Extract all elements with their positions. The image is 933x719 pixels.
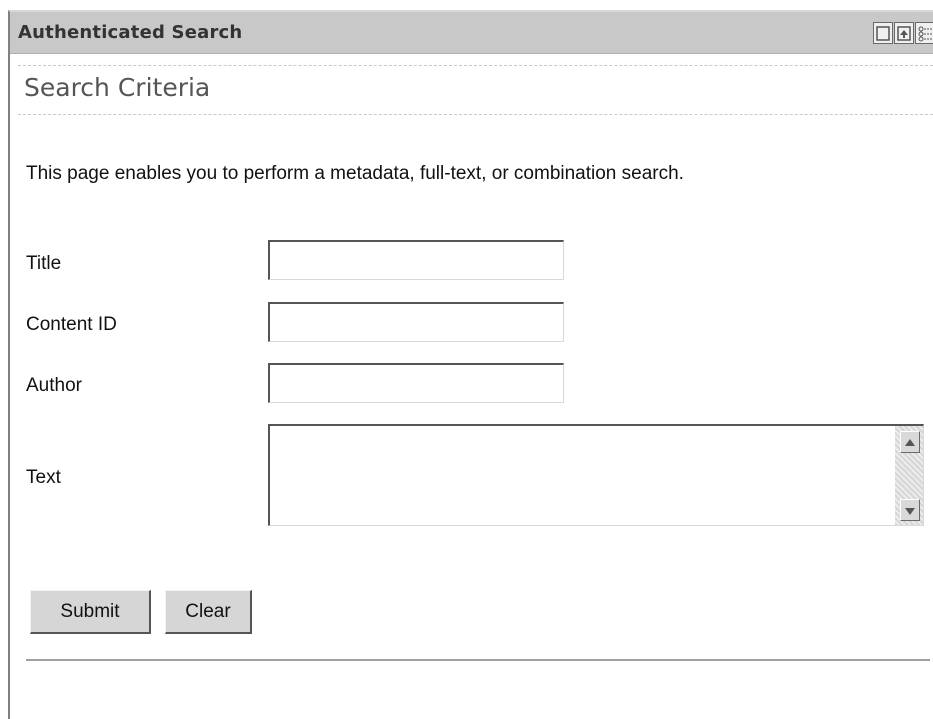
author-label: Author [26,375,82,396]
clear-button[interactable]: Clear [165,590,252,634]
content-id-input[interactable] [268,302,564,342]
author-input[interactable] [268,363,564,403]
text-input[interactable] [270,426,894,525]
scroll-down-icon[interactable] [900,499,920,521]
section-header: Search Criteria [18,65,933,115]
portlet-title: Authenticated Search [18,22,243,43]
content-id-label: Content ID [26,314,117,335]
section-title: Search Criteria [24,73,211,102]
search-portlet: Authenticated Search Search Criteria Thi… [8,10,933,719]
intro-text: This page enables you to perform a metad… [26,163,684,184]
title-label: Title [26,253,62,274]
options-menu-icon[interactable] [915,22,933,44]
divider [26,659,930,661]
title-input[interactable] [268,240,564,280]
maximize-icon[interactable] [894,22,914,44]
text-area-field [268,424,924,526]
text-scrollbar[interactable] [895,426,923,525]
submit-button[interactable]: Submit [30,590,151,634]
portlet-titlebar: Authenticated Search [10,12,933,54]
minimize-icon[interactable] [873,22,893,44]
portlet-controls [873,22,933,44]
text-label: Text [26,467,61,488]
scroll-up-icon[interactable] [900,431,920,453]
